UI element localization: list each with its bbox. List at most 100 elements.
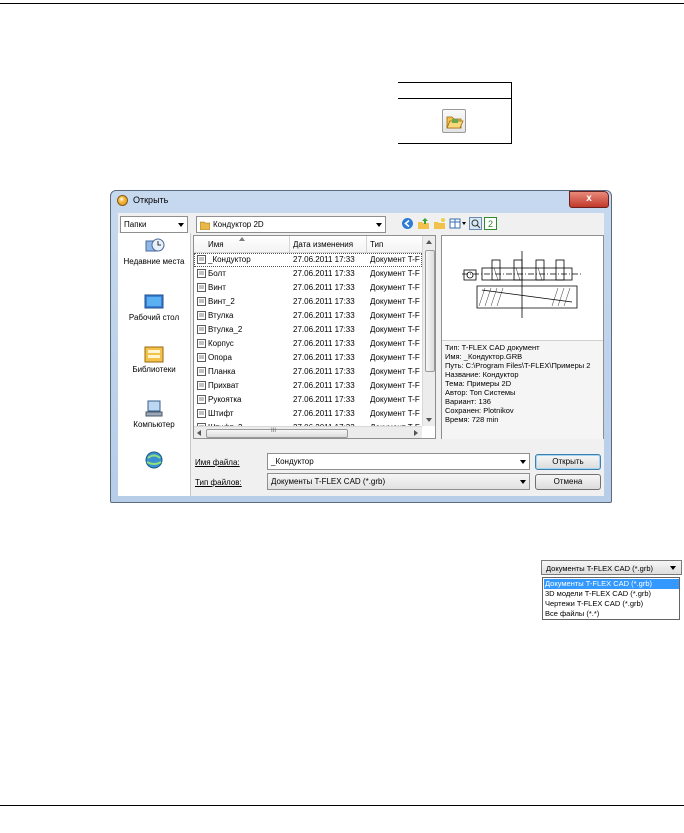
open-button[interactable]: Открыть: [535, 454, 601, 470]
dialog-app-icon: [117, 195, 128, 206]
file-row[interactable]: Планка 27.06.2011 17:33 Документ T-F: [194, 365, 422, 379]
info-line: Имя: _Кондуктор.GRB: [445, 352, 523, 361]
file-row[interactable]: Болт 27.06.2011 17:33 Документ T-F: [194, 267, 422, 281]
file-row[interactable]: Корпус 27.06.2011 17:33 Документ T-F: [194, 337, 422, 351]
file-name: Прихват: [208, 381, 239, 390]
scroll-down-icon: [426, 418, 432, 422]
folder-icon: [200, 221, 210, 230]
horizontal-scrollbar[interactable]: III: [194, 426, 422, 438]
top-rule: [0, 3, 684, 4]
chevron-down-icon: [520, 460, 526, 464]
info-line: Время: 728 min: [445, 415, 499, 424]
file-date: 27.06.2011 17:33: [293, 297, 355, 306]
folders-combo[interactable]: Папки: [120, 216, 188, 233]
file-type: Документ T-F: [370, 325, 420, 334]
chevron-down-icon: [520, 480, 526, 484]
file-date: 27.06.2011 17:33: [293, 353, 355, 362]
file-type: Документ T-F: [370, 409, 420, 418]
tflex-icon[interactable]: 2: [484, 217, 497, 230]
place-computer[interactable]: Компьютер: [118, 400, 190, 429]
back-icon[interactable]: [401, 217, 414, 230]
file-type: Документ T-F: [370, 367, 420, 376]
filetype-dropdown[interactable]: Документы T-FLEX CAD (*.grb): [541, 560, 682, 575]
grb-file-icon: [197, 283, 206, 292]
scroll-up-icon: [426, 240, 432, 244]
file-date: 27.06.2011 17:33: [293, 311, 355, 320]
open-folder-icon[interactable]: [442, 109, 466, 133]
col-name[interactable]: Имя: [208, 240, 224, 249]
svg-text:2: 2: [488, 219, 493, 229]
file-list[interactable]: Имя Дата изменения Тип _Кондуктор 27.06.2…: [193, 235, 436, 439]
file-name: Винт_2: [208, 297, 235, 306]
col-type[interactable]: Тип: [370, 240, 383, 249]
file-row[interactable]: Рукоятка 27.06.2011 17:33 Документ T-F: [194, 393, 422, 407]
file-type: Документ T-F: [370, 269, 420, 278]
file-row[interactable]: _Кондуктор 27.06.2011 17:33 Документ T-F: [194, 253, 422, 267]
vertical-scroll-thumb[interactable]: [425, 250, 435, 372]
file-list-header: Имя Дата изменения Тип: [194, 236, 422, 253]
grb-file-icon: [197, 367, 206, 376]
horizontal-scroll-thumb[interactable]: III: [206, 428, 348, 438]
path-label: Кондуктор 2D: [213, 220, 264, 229]
info-line: Путь: C:\Program Files\T-FLEX\Примеры 2: [445, 361, 591, 370]
place-desktop[interactable]: Рабочий стол: [118, 293, 190, 322]
file-date: 27.06.2011 17:33: [293, 339, 355, 348]
folders-combo-label: Папки: [124, 220, 147, 229]
file-row[interactable]: Втулка 27.06.2011 17:33 Документ T-F: [194, 309, 422, 323]
file-type: Документ T-F: [370, 339, 420, 348]
filetype-select[interactable]: Документы T-FLEX CAD (*.grb): [267, 473, 530, 490]
file-row[interactable]: Винт 27.06.2011 17:33 Документ T-F: [194, 281, 422, 295]
dropdown-option[interactable]: Чертежи T-FLEX CAD (*.grb): [544, 599, 679, 609]
file-name: Штифт: [208, 409, 234, 418]
cancel-button[interactable]: Отмена: [535, 474, 601, 490]
dropdown-options: Документы T-FLEX CAD (*.grb) 3D модели T…: [542, 577, 680, 620]
file-name: Втулка: [208, 311, 234, 320]
vertical-scrollbar[interactable]: [422, 236, 435, 426]
scroll-right-icon: [414, 430, 418, 436]
up-folder-icon[interactable]: [417, 217, 430, 230]
file-type: Документ T-F: [370, 297, 420, 306]
info-line: Автор: Топ Системы: [445, 388, 516, 397]
file-type: Документ T-F: [370, 381, 420, 390]
place-recent[interactable]: Недавние места: [118, 237, 190, 266]
file-name: Винт: [208, 283, 226, 292]
file-row[interactable]: Штифт 27.06.2011 17:33 Документ T-F: [194, 407, 422, 421]
col-date[interactable]: Дата изменения: [293, 240, 353, 249]
path-combo[interactable]: Кондуктор 2D: [196, 216, 386, 233]
grb-file-icon: [197, 381, 206, 390]
filename-label: Имя файла:: [195, 458, 240, 467]
scroll-grip: III: [271, 428, 277, 434]
grb-file-icon: [197, 311, 206, 320]
preview-panel: Тип: T-FLEX CAD документ Имя: _Кондуктор…: [441, 235, 604, 439]
file-date: 27.06.2011 17:33: [293, 255, 355, 264]
file-type: Документ T-F: [370, 311, 420, 320]
preview-toggle-icon[interactable]: [469, 217, 482, 230]
info-line: Сохранен: Plotnikov: [445, 406, 514, 415]
file-type: Документ T-F: [370, 395, 420, 404]
filetype-value: Документы T-FLEX CAD (*.grb): [271, 477, 386, 486]
info-line: Название: Кондуктор: [445, 370, 519, 379]
close-button[interactable]: x: [569, 191, 609, 208]
network-icon: [145, 451, 163, 469]
file-date: 27.06.2011 17:33: [293, 325, 355, 334]
file-type: Документ T-F: [370, 255, 420, 264]
dropdown-option[interactable]: Все файлы (*.*): [544, 609, 679, 619]
dropdown-option[interactable]: Документы T-FLEX CAD (*.grb): [544, 579, 679, 589]
info-line: Тема: Примеры 2D: [445, 379, 512, 388]
file-row[interactable]: Винт_2 27.06.2011 17:33 Документ T-F: [194, 295, 422, 309]
file-name: Втулка_2: [208, 325, 243, 334]
filetype-label: Тип файлов:: [195, 478, 242, 487]
view-menu-icon[interactable]: [449, 217, 467, 230]
place-network[interactable]: [118, 451, 190, 471]
dropdown-option[interactable]: 3D модели T-FLEX CAD (*.grb): [544, 589, 679, 599]
place-libraries[interactable]: Библиотеки: [118, 345, 190, 374]
grb-file-icon: [197, 325, 206, 334]
chevron-down-icon: [178, 223, 184, 227]
recent-places-icon: [145, 238, 165, 252]
new-folder-icon[interactable]: [433, 217, 446, 230]
file-row[interactable]: Втулка_2 27.06.2011 17:33 Документ T-F: [194, 323, 422, 337]
filename-input[interactable]: _Кондуктор: [267, 453, 530, 470]
file-row[interactable]: Опора 27.06.2011 17:33 Документ T-F: [194, 351, 422, 365]
grb-file-icon: [197, 269, 206, 278]
file-row[interactable]: Прихват 27.06.2011 17:33 Документ T-F: [194, 379, 422, 393]
